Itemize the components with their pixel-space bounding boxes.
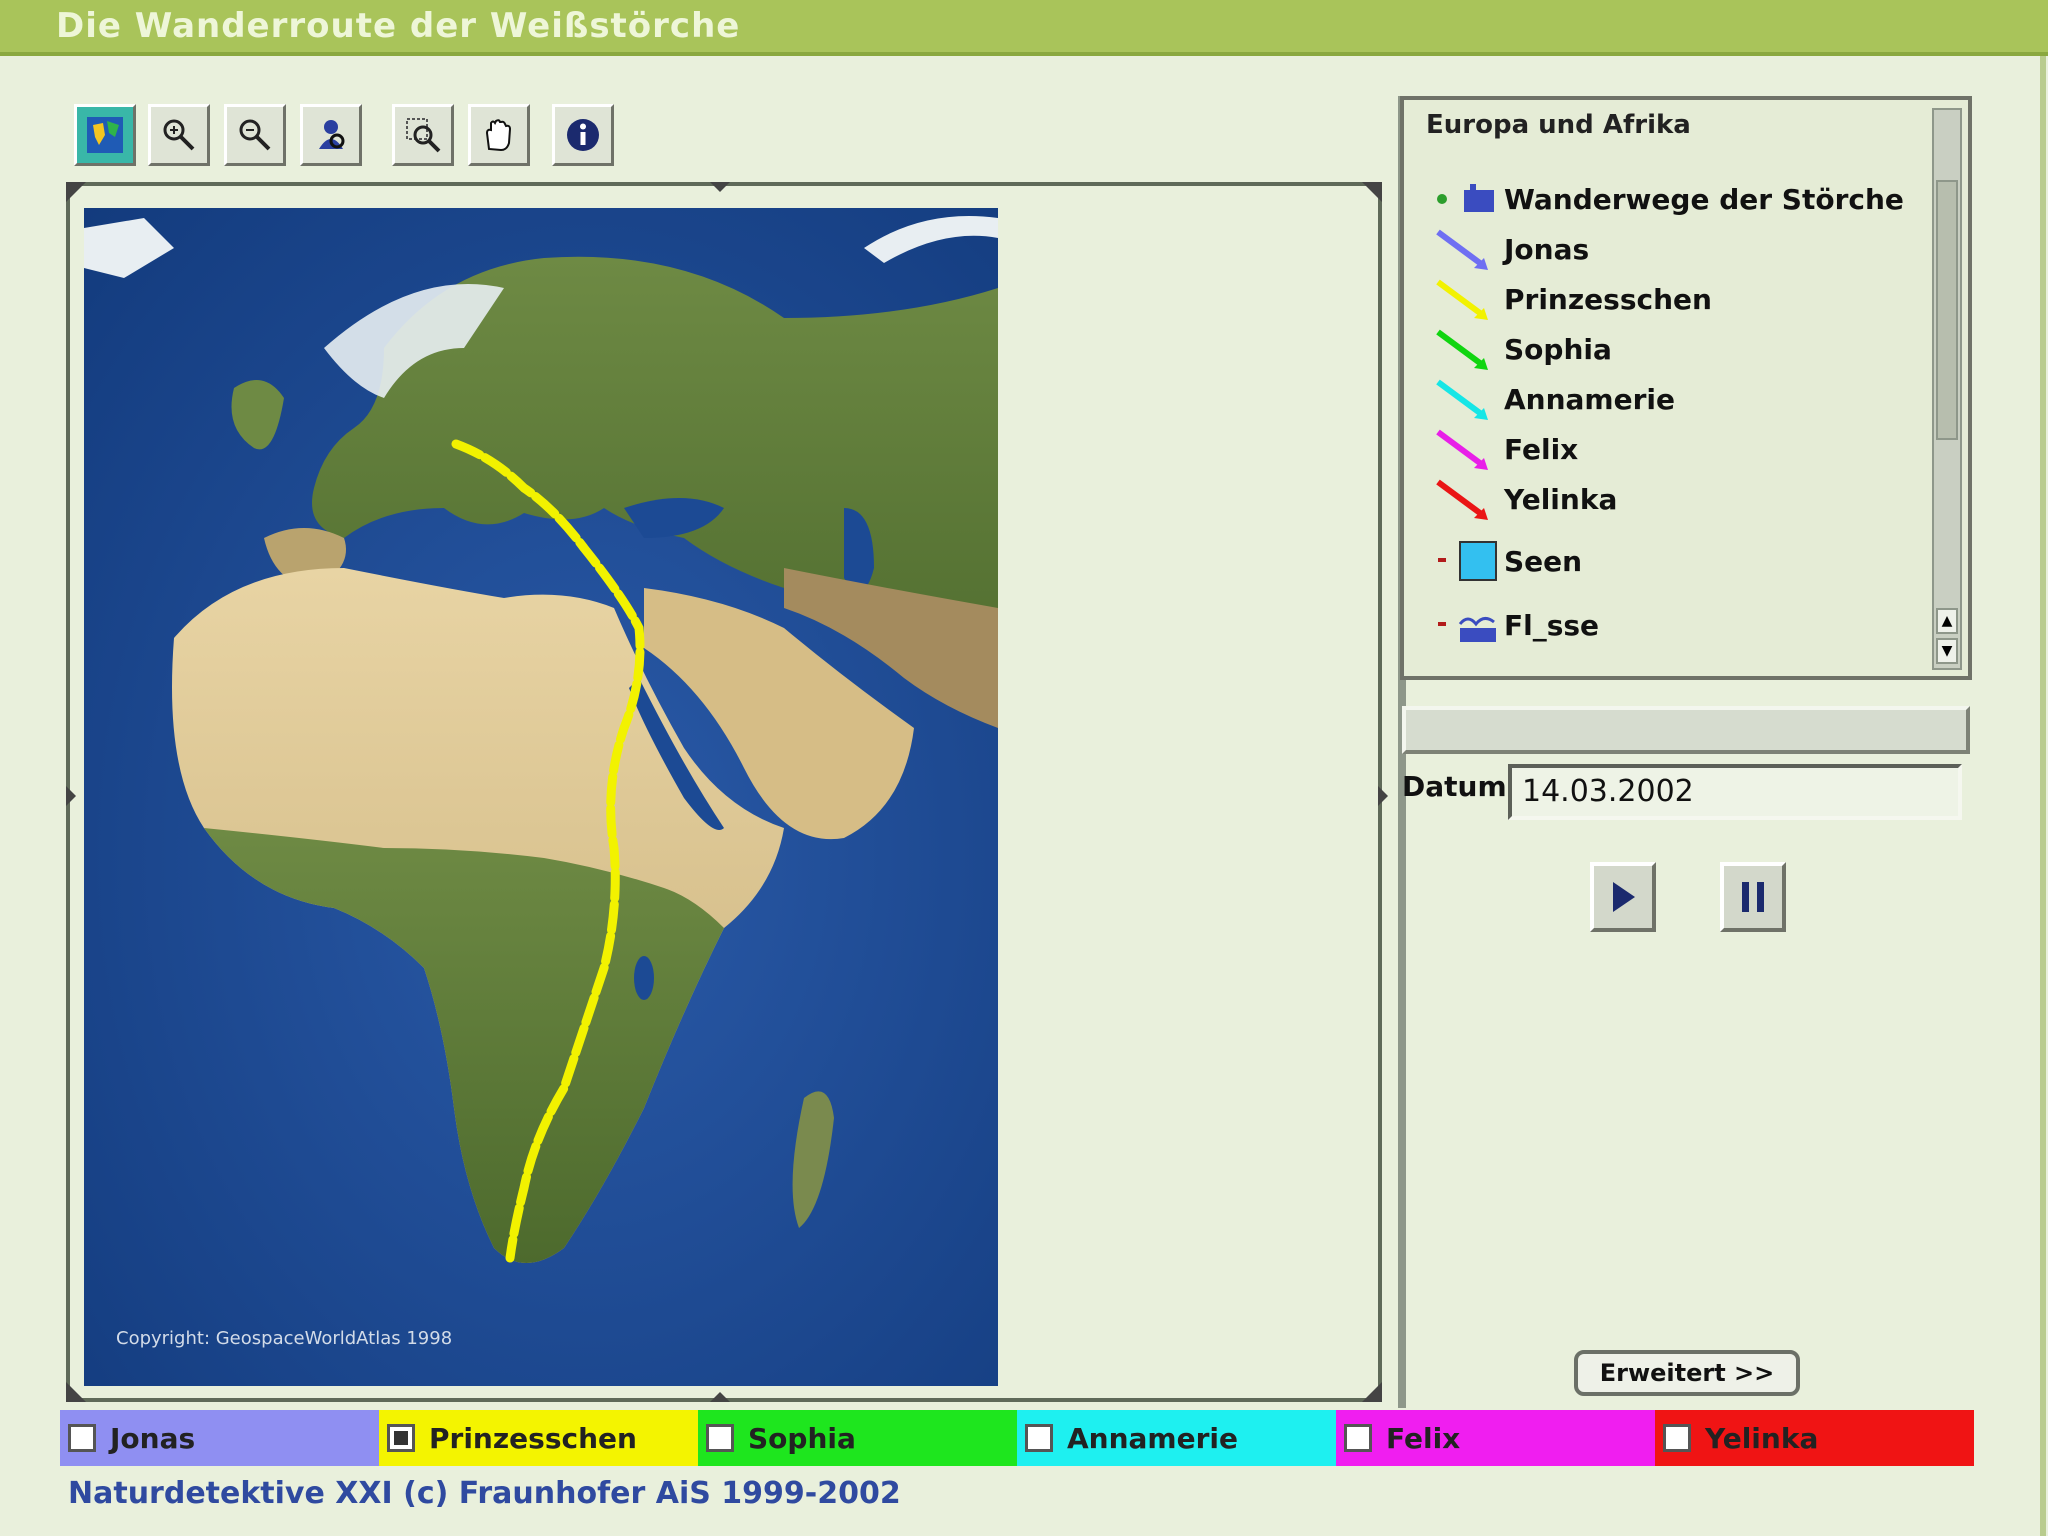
pan-button[interactable] xyxy=(468,104,530,166)
date-label: Datum xyxy=(1402,770,1507,803)
arrow-symbol-icon xyxy=(1436,379,1488,420)
lake xyxy=(634,956,654,1000)
lake-symbol-icon xyxy=(1438,541,1497,581)
info-button[interactable] xyxy=(552,104,614,166)
bird-option-felix[interactable]: Felix xyxy=(1336,1410,1655,1466)
zoom-box-button[interactable] xyxy=(392,104,454,166)
identify-button[interactable] xyxy=(300,104,362,166)
bird-selector: Jonas Prinzesschen Sophia Annamerie Feli… xyxy=(60,1410,1974,1466)
legend-item-yelinka[interactable]: Yelinka xyxy=(1428,476,1617,522)
arrow-symbol-icon xyxy=(1436,279,1488,320)
pause-button[interactable] xyxy=(1720,862,1786,932)
extended-button[interactable]: Erweitert >> xyxy=(1574,1350,1800,1396)
identify-icon xyxy=(319,120,345,149)
play-button[interactable] xyxy=(1590,862,1656,932)
legend-scrollbar[interactable]: ▲ ▼ xyxy=(1932,108,1962,670)
bird-option-jonas[interactable]: Jonas xyxy=(60,1410,379,1466)
info-icon xyxy=(567,119,599,151)
full-extent-button[interactable] xyxy=(74,104,136,166)
zoom-in-button[interactable] xyxy=(148,104,210,166)
arrow-symbol-icon xyxy=(1436,229,1488,270)
checkbox[interactable] xyxy=(1663,1424,1691,1452)
hand-pan-icon xyxy=(485,119,512,152)
zoom-out-icon xyxy=(239,119,271,151)
checkbox[interactable] xyxy=(1344,1424,1372,1452)
bird-option-yelinka[interactable]: Yelinka xyxy=(1655,1410,1974,1466)
edge-marker xyxy=(66,786,86,806)
satellite-map xyxy=(84,208,998,1386)
zoom-in-icon xyxy=(163,119,195,151)
legend-item-prinzesschen[interactable]: Prinzesschen xyxy=(1428,276,1712,322)
legend-panel: Europa und Afrika Wanderwege der Störche… xyxy=(1400,96,1972,680)
arrow-symbol-icon xyxy=(1436,329,1488,370)
scrollbar-thumb[interactable] xyxy=(1936,180,1958,440)
scroll-up-icon[interactable]: ▲ xyxy=(1936,608,1958,634)
magnifier-box-icon xyxy=(406,118,441,153)
bird-option-sophia[interactable]: Sophia xyxy=(698,1410,1017,1466)
legend-item-felix[interactable]: Felix xyxy=(1428,426,1578,472)
window-title: Die Wanderroute der Weißstörche xyxy=(56,6,741,46)
arrow-symbol-icon xyxy=(1436,429,1488,470)
river-symbol-icon xyxy=(1438,617,1496,642)
edge-marker xyxy=(1378,786,1398,806)
corner-marker xyxy=(66,182,86,202)
play-icon xyxy=(1613,882,1635,912)
bird-option-prinzesschen[interactable]: Prinzesschen xyxy=(379,1410,698,1466)
checkbox[interactable] xyxy=(706,1424,734,1452)
map-copyright: Copyright: GeospaceWorldAtlas 1998 xyxy=(116,1328,453,1349)
date-field[interactable]: 14.03.2002 xyxy=(1508,764,1962,820)
scroll-down-icon[interactable]: ▼ xyxy=(1936,638,1958,664)
legend-item-storks[interactable]: Wanderwege der Störche xyxy=(1428,176,1904,222)
legend-item-jonas[interactable]: Jonas xyxy=(1428,226,1589,272)
bird-option-annamerie[interactable]: Annamerie xyxy=(1017,1410,1336,1466)
arrow-symbol-icon xyxy=(1436,479,1488,520)
corner-marker xyxy=(1362,182,1382,202)
zoom-out-button[interactable] xyxy=(224,104,286,166)
layer-group-icon xyxy=(1437,184,1494,212)
corner-marker xyxy=(66,1382,86,1402)
checkbox[interactable] xyxy=(1025,1424,1053,1452)
timeline-bar[interactable] xyxy=(1402,706,1970,754)
title-bar: Die Wanderroute der Weißstörche xyxy=(0,0,2048,56)
legend-item-annamerie[interactable]: Annamerie xyxy=(1428,376,1675,422)
map-view[interactable]: Copyright: GeospaceWorldAtlas 1998 xyxy=(84,208,998,1386)
edge-marker xyxy=(710,182,730,202)
corner-marker xyxy=(1362,1382,1382,1402)
legend-title: Europa und Afrika xyxy=(1426,110,1691,140)
pause-icon xyxy=(1742,882,1764,912)
globe-icon xyxy=(87,117,123,153)
legend-item-seen[interactable]: Seen xyxy=(1428,538,1582,584)
legend-item-fluesse[interactable]: Fl_sse xyxy=(1428,602,1599,648)
checkbox-checked[interactable] xyxy=(387,1424,415,1452)
checkbox[interactable] xyxy=(68,1424,96,1452)
legend-item-sophia[interactable]: Sophia xyxy=(1428,326,1612,372)
footer-credit: Naturdetektive XXI (c) Fraunhofer AiS 19… xyxy=(68,1476,901,1511)
